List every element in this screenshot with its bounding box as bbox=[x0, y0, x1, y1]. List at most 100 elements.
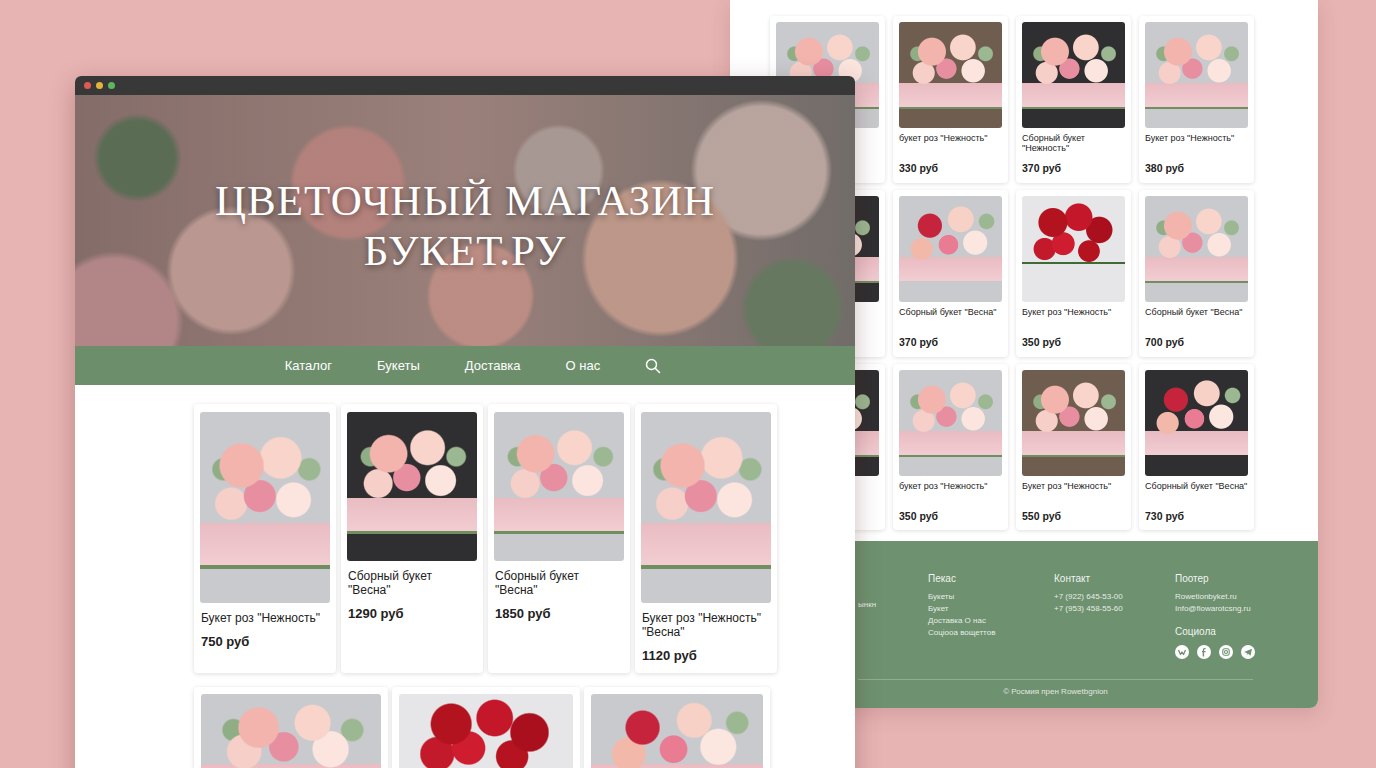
product-card[interactable]: Букет роз "Нежность" 380 руб bbox=[1139, 16, 1254, 183]
product-name: Букет роз "Нежность" bbox=[200, 612, 330, 626]
product-card[interactable]: Букет роз "Нежность" 550 руб bbox=[1016, 364, 1131, 531]
maximize-dot-icon[interactable] bbox=[108, 82, 115, 89]
product-price: 730 руб bbox=[1145, 509, 1248, 525]
product-photo[interactable] bbox=[200, 412, 330, 603]
footer-link[interactable]: Доставка О нас bbox=[928, 615, 1054, 627]
footer-link[interactable]: Букет bbox=[928, 603, 1054, 615]
social-links bbox=[1175, 645, 1315, 659]
footer-link[interactable]: Соціооа вощеттов bbox=[928, 627, 1054, 639]
product-price: 550 руб bbox=[1022, 509, 1125, 525]
product-name: Букет роз "Нежность" "Весна" bbox=[641, 612, 771, 640]
product-photo[interactable] bbox=[399, 694, 573, 768]
product-price: 700 руб bbox=[1145, 335, 1248, 351]
product-price: 350 руб bbox=[899, 509, 1002, 525]
product-photo[interactable] bbox=[201, 694, 381, 768]
product-card[interactable]: Букет роз "Нежность" "Весна" 1120 руб bbox=[635, 404, 777, 673]
product-photo[interactable] bbox=[1022, 370, 1125, 476]
footer-link[interactable]: ынкн bbox=[858, 599, 928, 611]
product-photo[interactable] bbox=[899, 196, 1002, 302]
product-name: букет роз "Нежность" bbox=[899, 481, 1002, 502]
product-price: 750 руб bbox=[200, 632, 330, 652]
product-photo[interactable] bbox=[899, 22, 1002, 128]
nav-link-item[interactable]: Букеты bbox=[377, 356, 420, 376]
footer-column: ынкн bbox=[858, 571, 928, 659]
footer-link[interactable]: Info@flowarotcsng.ru bbox=[1175, 603, 1315, 615]
product-card[interactable] bbox=[392, 687, 580, 768]
footer-column: Поотер Rowetionbyket.ruInfo@flowarotcsng.… bbox=[1175, 571, 1315, 659]
product-card[interactable]: букет роз "Нежность" 350 руб bbox=[893, 364, 1008, 531]
front-browser-window: ЦВЕТОЧНЫЙ МАГАЗИНБУКЕТ.РУ Каталог Букеты Д… bbox=[75, 76, 855, 768]
product-card[interactable] bbox=[584, 687, 770, 768]
footer-link[interactable]: +7 (953) 458-55-60 bbox=[1054, 603, 1175, 615]
footer-link[interactable]: Букеты bbox=[928, 591, 1054, 603]
footer-divider bbox=[858, 679, 1253, 680]
minimize-dot-icon[interactable] bbox=[96, 82, 103, 89]
catalog-area: Букет роз "Нежность" 750 руб Сборный букет… bbox=[75, 385, 855, 768]
product-name: Сборный букет "Весна" bbox=[1145, 307, 1248, 328]
product-name: Сборный букет "Весна" bbox=[347, 570, 477, 598]
product-photo[interactable] bbox=[347, 412, 477, 561]
product-name: Сборнный букет "Весна" bbox=[1145, 481, 1248, 502]
hero-title-line: ЦВЕТОЧНЫЙ МАГАЗИН bbox=[215, 176, 715, 225]
product-card[interactable]: Сборный букет "Весна" 370 руб bbox=[893, 190, 1008, 357]
instagram-icon[interactable] bbox=[1219, 645, 1233, 659]
product-price: 330 руб bbox=[899, 161, 1002, 177]
product-name: Сборный букет "Нежность" bbox=[1022, 133, 1125, 154]
product-price: 370 руб bbox=[1022, 161, 1125, 177]
product-photo[interactable] bbox=[591, 694, 763, 768]
window-titlebar bbox=[75, 76, 855, 95]
copyright-text: © Росмия прен Rowetbgnion bbox=[858, 680, 1318, 708]
product-price: 380 руб bbox=[1145, 161, 1248, 177]
hero-title-line: БУКЕТ.РУ bbox=[215, 226, 715, 275]
product-name: Сборный букет "Весна" bbox=[494, 570, 624, 598]
product-card[interactable]: Сборнный букет "Весна" 730 руб bbox=[1139, 364, 1254, 531]
product-photo[interactable] bbox=[494, 412, 624, 561]
product-card[interactable]: Сборный букет "Весна" 700 руб bbox=[1139, 190, 1254, 357]
close-dot-icon[interactable] bbox=[84, 82, 91, 89]
hero-banner: ЦВЕТОЧНЫЙ МАГАЗИНБУКЕТ.РУ bbox=[75, 95, 855, 346]
facebook-icon[interactable] bbox=[1197, 645, 1211, 659]
search-icon[interactable] bbox=[645, 358, 661, 374]
product-photo[interactable] bbox=[1145, 22, 1248, 128]
footer-heading: Поотер bbox=[1175, 571, 1315, 586]
product-name: Букет роз "Нежность" bbox=[1022, 481, 1125, 502]
footer-column: Пекас БукетыБукетДоставка О насСоціооа во… bbox=[928, 571, 1054, 659]
product-price: 370 руб bbox=[899, 335, 1002, 351]
product-card[interactable] bbox=[194, 687, 388, 768]
main-nav: Каталог Букеты Доставка О нас bbox=[75, 346, 855, 385]
product-name: Букет роз "Нежность" bbox=[1022, 307, 1125, 328]
vk-icon[interactable] bbox=[1175, 645, 1189, 659]
product-price: 1850 руб bbox=[494, 604, 624, 624]
footer-columns: ынкн Пекас БукетыБукетДоставка О насСоціоо… bbox=[858, 571, 1318, 659]
product-card[interactable]: Букет роз "Нежность" 350 руб bbox=[1016, 190, 1131, 357]
footer-column: Контакт +7 (922) 645-53-00+7 (953) 458-55… bbox=[1054, 571, 1175, 659]
footer-link[interactable]: Rowetionbyket.ru bbox=[1175, 591, 1315, 603]
nav-link-item[interactable]: Каталог bbox=[285, 356, 332, 376]
product-photo[interactable] bbox=[1145, 370, 1248, 476]
product-row bbox=[194, 687, 855, 768]
product-price: 350 руб bbox=[1022, 335, 1125, 351]
product-card[interactable]: Сборный букет "Нежность" 370 руб bbox=[1016, 16, 1131, 183]
footer-heading: Контакт bbox=[1054, 571, 1175, 586]
nav-link-item[interactable]: О нас bbox=[566, 356, 601, 376]
product-photo[interactable] bbox=[641, 412, 771, 603]
product-card[interactable]: Букет роз "Нежность" 750 руб bbox=[194, 404, 336, 673]
product-price: 1290 руб bbox=[347, 604, 477, 624]
product-price: 1120 руб bbox=[641, 646, 771, 666]
nav-link-item[interactable]: Доставка bbox=[465, 356, 521, 376]
product-photo[interactable] bbox=[1145, 196, 1248, 302]
product-name: Букет роз "Нежность" bbox=[1145, 133, 1248, 154]
telegram-icon[interactable] bbox=[1241, 645, 1255, 659]
product-photo[interactable] bbox=[1022, 22, 1125, 128]
hero-title: ЦВЕТОЧНЫЙ МАГАЗИНБУКЕТ.РУ bbox=[215, 166, 715, 275]
product-card[interactable]: букет роз "Нежность"330 руб bbox=[893, 16, 1008, 183]
footer-link[interactable]: +7 (922) 645-53-00 bbox=[1054, 591, 1175, 603]
product-name: Сборный букет "Весна" bbox=[899, 307, 1002, 328]
product-card[interactable]: Сборный букет "Весна" 1850 руб bbox=[488, 404, 630, 673]
footer-heading: Пекас bbox=[928, 571, 1054, 586]
product-row: Букет роз "Нежность" 750 руб Сборный букет… bbox=[194, 404, 855, 673]
product-photo[interactable] bbox=[1022, 196, 1125, 302]
product-photo[interactable] bbox=[899, 370, 1002, 476]
product-card[interactable]: Сборный букет "Весна" 1290 руб bbox=[341, 404, 483, 673]
social-heading: Социола bbox=[1175, 624, 1315, 639]
